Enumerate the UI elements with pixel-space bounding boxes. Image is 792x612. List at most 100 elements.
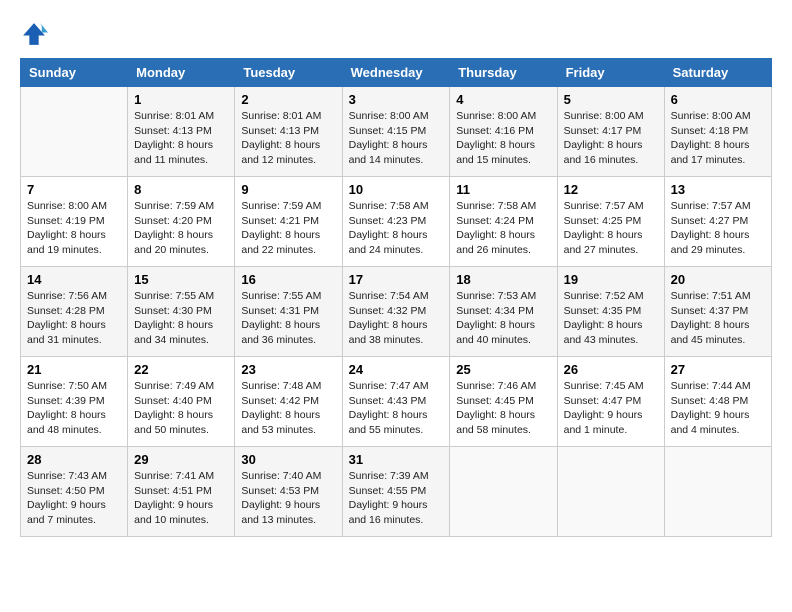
- day-number: 25: [456, 362, 550, 377]
- calendar-cell: 31 Sunrise: 7:39 AM Sunset: 4:55 PM Dayli…: [342, 447, 450, 537]
- calendar-cell: 24Sunrise: 7:47 AM Sunset: 4:43 PM Dayli…: [342, 357, 450, 447]
- day-info: Sunrise: 8:01 AM Sunset: 4:13 PM Dayligh…: [134, 109, 228, 168]
- day-info: Sunrise: 7:53 AM Sunset: 4:34 PM Dayligh…: [456, 289, 550, 348]
- day-info: Sunrise: 7:51 AM Sunset: 4:37 PM Dayligh…: [671, 289, 765, 348]
- calendar-cell: [450, 447, 557, 537]
- day-info: Sunrise: 7:59 AM Sunset: 4:21 PM Dayligh…: [241, 199, 335, 258]
- day-info: Sunrise: 7:46 AM Sunset: 4:45 PM Dayligh…: [456, 379, 550, 438]
- day-info: Sunrise: 7:47 AM Sunset: 4:43 PM Dayligh…: [349, 379, 444, 438]
- day-info: Sunrise: 7:56 AM Sunset: 4:28 PM Dayligh…: [27, 289, 121, 348]
- day-number: 21: [27, 362, 121, 377]
- col-header-monday: Monday: [128, 59, 235, 87]
- calendar-cell: 14 Sunrise: 7:56 AM Sunset: 4:28 PM Dayli…: [21, 267, 128, 357]
- week-row-5: 28Sunrise: 7:43 AM Sunset: 4:50 PM Dayli…: [21, 447, 772, 537]
- col-header-friday: Friday: [557, 59, 664, 87]
- day-info: Sunrise: 7:52 AM Sunset: 4:35 PM Dayligh…: [564, 289, 658, 348]
- calendar-cell: 28Sunrise: 7:43 AM Sunset: 4:50 PM Dayli…: [21, 447, 128, 537]
- calendar-body: 1 Sunrise: 8:01 AM Sunset: 4:13 PM Daylig…: [21, 87, 772, 537]
- day-number: 6: [671, 92, 765, 107]
- calendar-cell: 19 Sunrise: 7:52 AM Sunset: 4:35 PM Dayli…: [557, 267, 664, 357]
- day-number: 20: [671, 272, 765, 287]
- day-number: 4: [456, 92, 550, 107]
- calendar-cell: 2 Sunrise: 8:01 AM Sunset: 4:13 PM Daylig…: [235, 87, 342, 177]
- day-number: 27: [671, 362, 765, 377]
- day-info: Sunrise: 7:55 AM Sunset: 4:30 PM Dayligh…: [134, 289, 228, 348]
- day-info: Sunrise: 8:01 AM Sunset: 4:13 PM Dayligh…: [241, 109, 335, 168]
- day-info: Sunrise: 7:59 AM Sunset: 4:20 PM Dayligh…: [134, 199, 228, 258]
- calendar-cell: 13 Sunrise: 7:57 AM Sunset: 4:27 PM Dayli…: [664, 177, 771, 267]
- day-info: Sunrise: 8:00 AM Sunset: 4:18 PM Dayligh…: [671, 109, 765, 168]
- day-number: 19: [564, 272, 658, 287]
- day-number: 10: [349, 182, 444, 197]
- day-info: Sunrise: 7:54 AM Sunset: 4:32 PM Dayligh…: [349, 289, 444, 348]
- day-number: 26: [564, 362, 658, 377]
- week-row-1: 1 Sunrise: 8:01 AM Sunset: 4:13 PM Daylig…: [21, 87, 772, 177]
- day-info: Sunrise: 7:57 AM Sunset: 4:25 PM Dayligh…: [564, 199, 658, 258]
- calendar-cell: 5 Sunrise: 8:00 AM Sunset: 4:17 PM Daylig…: [557, 87, 664, 177]
- day-info: Sunrise: 7:57 AM Sunset: 4:27 PM Dayligh…: [671, 199, 765, 258]
- calendar-cell: 10 Sunrise: 7:58 AM Sunset: 4:23 PM Dayli…: [342, 177, 450, 267]
- logo-icon: [20, 20, 48, 48]
- day-info: Sunrise: 7:39 AM Sunset: 4:55 PM Dayligh…: [349, 469, 444, 528]
- calendar-cell: 25 Sunrise: 7:46 AM Sunset: 4:45 PM Dayli…: [450, 357, 557, 447]
- day-number: 13: [671, 182, 765, 197]
- calendar-cell: 30Sunrise: 7:40 AM Sunset: 4:53 PM Dayli…: [235, 447, 342, 537]
- day-number: 2: [241, 92, 335, 107]
- day-number: 11: [456, 182, 550, 197]
- day-number: 31: [349, 452, 444, 467]
- day-number: 1: [134, 92, 228, 107]
- calendar-cell: 15 Sunrise: 7:55 AM Sunset: 4:30 PM Dayli…: [128, 267, 235, 357]
- col-header-tuesday: Tuesday: [235, 59, 342, 87]
- calendar-cell: 16 Sunrise: 7:55 AM Sunset: 4:31 PM Dayli…: [235, 267, 342, 357]
- day-number: 16: [241, 272, 335, 287]
- calendar-cell: 17 Sunrise: 7:54 AM Sunset: 4:32 PM Dayli…: [342, 267, 450, 357]
- day-number: 14: [27, 272, 121, 287]
- calendar-cell: 29Sunrise: 7:41 AM Sunset: 4:51 PM Dayli…: [128, 447, 235, 537]
- day-number: 15: [134, 272, 228, 287]
- calendar-cell: 3Sunrise: 8:00 AM Sunset: 4:15 PM Daylig…: [342, 87, 450, 177]
- calendar-cell: 9 Sunrise: 7:59 AM Sunset: 4:21 PM Daylig…: [235, 177, 342, 267]
- calendar-cell: 11 Sunrise: 7:58 AM Sunset: 4:24 PM Dayli…: [450, 177, 557, 267]
- day-info: Sunrise: 7:55 AM Sunset: 4:31 PM Dayligh…: [241, 289, 335, 348]
- calendar-cell: 8Sunrise: 7:59 AM Sunset: 4:20 PM Daylig…: [128, 177, 235, 267]
- week-row-4: 21Sunrise: 7:50 AM Sunset: 4:39 PM Dayli…: [21, 357, 772, 447]
- day-number: 12: [564, 182, 658, 197]
- logo: [20, 20, 52, 48]
- col-header-saturday: Saturday: [664, 59, 771, 87]
- col-header-thursday: Thursday: [450, 59, 557, 87]
- calendar-cell: 4 Sunrise: 8:00 AM Sunset: 4:16 PM Daylig…: [450, 87, 557, 177]
- calendar-cell: 12 Sunrise: 7:57 AM Sunset: 4:25 PM Dayli…: [557, 177, 664, 267]
- day-info: Sunrise: 7:58 AM Sunset: 4:23 PM Dayligh…: [349, 199, 444, 258]
- calendar-cell: 22Sunrise: 7:49 AM Sunset: 4:40 PM Dayli…: [128, 357, 235, 447]
- week-row-2: 7 Sunrise: 8:00 AM Sunset: 4:19 PM Daylig…: [21, 177, 772, 267]
- col-header-sunday: Sunday: [21, 59, 128, 87]
- day-info: Sunrise: 8:00 AM Sunset: 4:16 PM Dayligh…: [456, 109, 550, 168]
- calendar-cell: 20 Sunrise: 7:51 AM Sunset: 4:37 PM Dayli…: [664, 267, 771, 357]
- day-info: Sunrise: 7:44 AM Sunset: 4:48 PM Dayligh…: [671, 379, 765, 438]
- calendar-cell: [21, 87, 128, 177]
- day-info: Sunrise: 7:58 AM Sunset: 4:24 PM Dayligh…: [456, 199, 550, 258]
- header-row: SundayMondayTuesdayWednesdayThursdayFrid…: [21, 59, 772, 87]
- calendar-cell: 1 Sunrise: 8:01 AM Sunset: 4:13 PM Daylig…: [128, 87, 235, 177]
- page-header: [20, 20, 772, 48]
- calendar-table: SundayMondayTuesdayWednesdayThursdayFrid…: [20, 58, 772, 537]
- day-number: 22: [134, 362, 228, 377]
- col-header-wednesday: Wednesday: [342, 59, 450, 87]
- calendar-cell: 21Sunrise: 7:50 AM Sunset: 4:39 PM Dayli…: [21, 357, 128, 447]
- day-info: Sunrise: 7:40 AM Sunset: 4:53 PM Dayligh…: [241, 469, 335, 528]
- day-number: 9: [241, 182, 335, 197]
- week-row-3: 14 Sunrise: 7:56 AM Sunset: 4:28 PM Dayli…: [21, 267, 772, 357]
- day-number: 3: [349, 92, 444, 107]
- day-number: 28: [27, 452, 121, 467]
- day-number: 5: [564, 92, 658, 107]
- day-info: Sunrise: 8:00 AM Sunset: 4:19 PM Dayligh…: [27, 199, 121, 258]
- calendar-cell: 7 Sunrise: 8:00 AM Sunset: 4:19 PM Daylig…: [21, 177, 128, 267]
- day-number: 23: [241, 362, 335, 377]
- day-number: 7: [27, 182, 121, 197]
- day-number: 17: [349, 272, 444, 287]
- calendar-cell: 26Sunrise: 7:45 AM Sunset: 4:47 PM Dayli…: [557, 357, 664, 447]
- day-number: 29: [134, 452, 228, 467]
- calendar-cell: [557, 447, 664, 537]
- day-info: Sunrise: 8:00 AM Sunset: 4:17 PM Dayligh…: [564, 109, 658, 168]
- calendar-cell: 18Sunrise: 7:53 AM Sunset: 4:34 PM Dayli…: [450, 267, 557, 357]
